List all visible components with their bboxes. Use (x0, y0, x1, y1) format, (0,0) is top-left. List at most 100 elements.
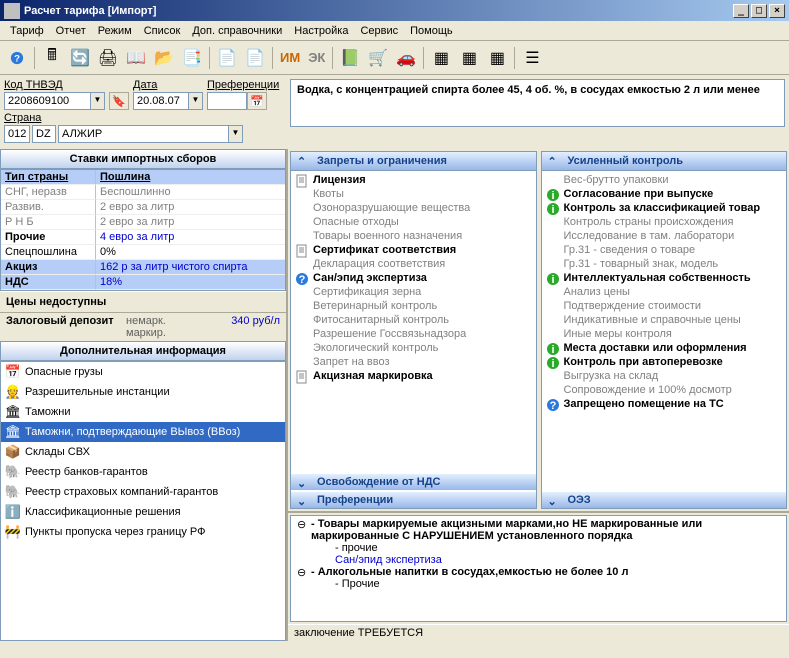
doc2-icon[interactable]: 📄 (242, 45, 268, 71)
im-label[interactable]: ИМ (277, 50, 303, 65)
grid3-icon[interactable]: ▦ (484, 45, 510, 71)
tree-node[interactable]: ⊖- Алкогольные напитки в сосудах,емкость… (295, 566, 782, 578)
tree-node[interactable]: - Прочие (295, 578, 782, 590)
window-title: Расчет тарифа [Импорт] (24, 5, 733, 17)
restriction-item[interactable]: Опасные отходы (291, 215, 536, 229)
restriction-item[interactable]: Индикативные и справочные цены (542, 313, 787, 327)
tree-node[interactable]: ⊖- Товары маркируемые акцизными марками,… (295, 518, 782, 542)
stack-icon[interactable]: 📑 (179, 45, 205, 71)
car-icon[interactable]: 🚗 (393, 45, 419, 71)
restriction-item[interactable]: ?Сан/эпид экспертиза (291, 271, 536, 285)
addl-item[interactable]: 🏛Таможни, подтверждающие ВЫвоз (ВВоз) (1, 422, 285, 442)
pref-input[interactable] (207, 92, 247, 110)
grid2-icon[interactable]: ▦ (456, 45, 482, 71)
code-input[interactable] (4, 92, 90, 110)
q-icon: ? (546, 398, 560, 412)
print-icon[interactable]: 🖨 (95, 45, 121, 71)
addl-list: 📅Опасные грузы👷Разрешительные инстанции🏛… (0, 361, 286, 641)
menu-spisok[interactable]: Список (138, 23, 187, 39)
country-name-input[interactable] (58, 125, 228, 143)
restriction-item[interactable]: iСогласование при выпуске (542, 187, 787, 201)
maximize-button[interactable]: □ (751, 4, 767, 18)
pref-picker-icon[interactable]: 📅 (247, 92, 267, 110)
help-icon[interactable]: ? (4, 45, 30, 71)
restriction-item[interactable]: iКонтроль за классификацией товар (542, 201, 787, 215)
restriction-item[interactable]: Лицензия (291, 173, 536, 187)
restriction-item[interactable]: Запрет на ввоз (291, 355, 536, 369)
close-button[interactable]: × (769, 4, 785, 18)
book-icon[interactable]: 📖 (123, 45, 149, 71)
date-dropdown-button[interactable]: ▼ (188, 92, 203, 110)
restriction-item[interactable]: Анализ цены (542, 285, 787, 299)
restriction-item[interactable]: Иные меры контроля (542, 327, 787, 341)
cart-icon[interactable]: 🛒 (365, 45, 391, 71)
ek-label[interactable]: ЭК (305, 50, 328, 65)
restriction-item[interactable]: Вес-брутто упаковки (542, 173, 787, 187)
tree-view[interactable]: ⊖- Товары маркируемые акцизными марками,… (290, 515, 787, 622)
list-icon[interactable]: ☰ (519, 45, 545, 71)
restriction-item[interactable]: Гр.31 - сведения о товаре (542, 243, 787, 257)
restriction-item[interactable]: Декларация соответствия (291, 257, 536, 271)
menu-tarif[interactable]: Тариф (4, 23, 50, 39)
restriction-item[interactable]: ?Запрещено помещение на ТС (542, 397, 787, 411)
country-code-input[interactable] (4, 125, 30, 143)
menu-servis[interactable]: Сервис (354, 23, 404, 39)
restriction-item[interactable]: Исследование в там. лаборатори (542, 229, 787, 243)
nds-exempt-header[interactable]: ⌄Освобождение от НДС (291, 474, 536, 490)
folder-icon[interactable]: 📂 (151, 45, 177, 71)
addl-item[interactable]: 📅Опасные грузы (1, 362, 285, 382)
restriction-item[interactable]: Сопровождение и 100% досмотр (542, 383, 787, 397)
restrictions-header[interactable]: ⌃Запреты и ограничения (291, 152, 536, 171)
calc-icon[interactable]: 🖩 (39, 45, 65, 71)
restriction-item[interactable]: Ветеринарный контроль (291, 299, 536, 313)
tree-node[interactable]: - прочие (295, 542, 782, 554)
menu-otchet[interactable]: Отчет (50, 23, 92, 39)
restriction-item[interactable]: Гр.31 - товарный знак, модель (542, 257, 787, 271)
code-lookup-icon[interactable]: 🔖 (109, 92, 129, 110)
country-dropdown-button[interactable]: ▼ (228, 125, 243, 143)
oez-header[interactable]: ⌄ОЭЗ (542, 492, 787, 508)
restriction-item[interactable]: Контроль страны происхождения (542, 215, 787, 229)
addl-item[interactable]: 🚧Пункты пропуска через границу РФ (1, 522, 285, 542)
restriction-item[interactable]: Сертификат соответствия (291, 243, 536, 257)
restriction-item[interactable]: Квоты (291, 187, 536, 201)
refresh-icon[interactable]: 🔄 (67, 45, 93, 71)
svg-text:?: ? (14, 53, 20, 64)
grid1-icon[interactable]: ▦ (428, 45, 454, 71)
tree-node[interactable]: Сан/эпид экспертиза (295, 554, 782, 566)
menu-dop[interactable]: Доп. справочники (186, 23, 288, 39)
addl-item[interactable]: 👷Разрешительные инстанции (1, 382, 285, 402)
restriction-item[interactable]: iМеста доставки или оформления (542, 341, 787, 355)
restriction-item[interactable]: Озоноразрушающие вещества (291, 201, 536, 215)
expand-icon[interactable]: ⊖ (297, 518, 306, 531)
restriction-item[interactable]: iИнтеллектуальная собственность (542, 271, 787, 285)
addl-item[interactable]: 🏛Таможни (1, 402, 285, 422)
menu-nastroika[interactable]: Настройка (288, 23, 354, 39)
date-input[interactable] (133, 92, 188, 110)
item-label: Таможни (25, 406, 70, 418)
addl-item[interactable]: 🐘Реестр страховых компаний-гарантов (1, 482, 285, 502)
pref-header[interactable]: ⌄Преференции (291, 492, 536, 508)
rates-header: Ставки импортных сборов (0, 149, 286, 169)
restriction-item[interactable]: Разрешение Госсвязьнадзора (291, 327, 536, 341)
restriction-item[interactable]: Подтверждение стоимости (542, 299, 787, 313)
restriction-item[interactable]: Выгрузка на склад (542, 369, 787, 383)
code-dropdown-button[interactable]: ▼ (90, 92, 105, 110)
menu-pomosch[interactable]: Помощь (404, 23, 459, 39)
doc1-icon[interactable]: 📄 (214, 45, 240, 71)
addl-item[interactable]: ℹ️Классификационные решения (1, 502, 285, 522)
item-icon: 🏛 (5, 424, 21, 440)
green-book-icon[interactable]: 📗 (337, 45, 363, 71)
restriction-item[interactable]: Сертификация зерна (291, 285, 536, 299)
menu-rezhim[interactable]: Режим (92, 23, 138, 39)
addl-item[interactable]: 🐘Реестр банков-гарантов (1, 462, 285, 482)
control-header[interactable]: ⌃Усиленный контроль (542, 152, 787, 171)
country-iso-input[interactable] (32, 125, 56, 143)
restriction-item[interactable]: Товары военного назначения (291, 229, 536, 243)
restriction-item[interactable]: Акцизная маркировка (291, 369, 536, 383)
restriction-item[interactable]: Фитосанитарный контроль (291, 313, 536, 327)
restriction-item[interactable]: Экологический контроль (291, 341, 536, 355)
minimize-button[interactable]: _ (733, 4, 749, 18)
addl-item[interactable]: 📦Склады СВХ (1, 442, 285, 462)
restriction-item[interactable]: iКонтроль при автоперевозке (542, 355, 787, 369)
